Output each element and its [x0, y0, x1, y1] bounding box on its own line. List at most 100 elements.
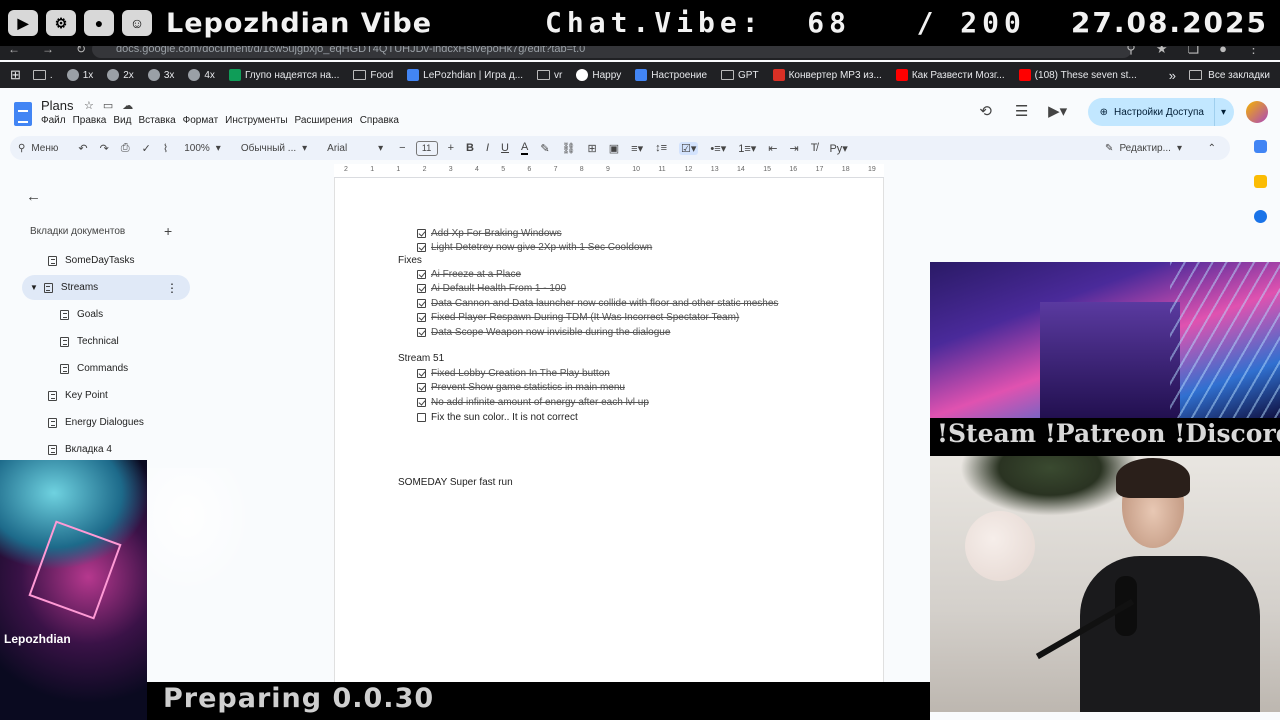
doc-tab[interactable]: Вкладка 4 — [22, 437, 190, 462]
undo-icon[interactable]: ↶ — [78, 142, 87, 155]
meet-icon[interactable]: ▶▾ — [1048, 102, 1068, 122]
move-folder-icon[interactable]: ▭ — [103, 99, 113, 112]
doc-tab[interactable]: Technical — [22, 329, 190, 354]
link-icon[interactable]: ⛓ — [562, 142, 576, 155]
avatar[interactable] — [1246, 101, 1268, 123]
checkbox-checked[interactable] — [417, 270, 426, 279]
decrease-indent-icon[interactable]: ⇤ — [768, 142, 777, 155]
underline-icon[interactable]: U — [501, 142, 509, 154]
checkbox-checked[interactable] — [417, 328, 426, 337]
doc-tab[interactable]: Energy Dialogues — [22, 410, 190, 435]
input-tools-icon[interactable]: Ру▾ — [829, 142, 847, 155]
chevron-down-icon[interactable]: ▾ — [1221, 107, 1226, 118]
bulleted-list-icon[interactable]: •≡▾ — [710, 142, 726, 155]
menu-item[interactable]: Формат — [183, 115, 219, 126]
font-size-field[interactable]: 11 — [415, 140, 438, 156]
menu-item[interactable]: Вид — [113, 115, 131, 126]
docs-logo-icon[interactable] — [14, 102, 32, 126]
checklist-item[interactable]: Data Cannon and Data launcher now collid… — [417, 298, 778, 309]
bookmark-item[interactable]: Глупо надеятся на... — [228, 69, 339, 81]
tasks-icon[interactable] — [1253, 210, 1267, 223]
bookmark-item[interactable]: LePozhdian | Игра д... — [407, 69, 523, 81]
align-icon[interactable]: ≡▾ — [631, 142, 643, 155]
bookmark-item[interactable]: 3x — [147, 69, 174, 81]
checklist-item[interactable]: Add Xp For Braking Windows — [417, 228, 562, 239]
bookmark-item[interactable]: Конвертер MP3 из... — [772, 69, 882, 81]
menu-item[interactable]: Правка — [73, 115, 107, 126]
editing-mode-select[interactable]: ✎ Редактир... ▾ — [1105, 143, 1182, 154]
text-color-icon[interactable]: A — [521, 141, 529, 155]
comments-icon[interactable]: ☰ — [1012, 102, 1032, 122]
bookmark-item[interactable]: GPT — [721, 70, 759, 81]
checklist-item[interactable]: Ai Default Health From 1 - 100 — [417, 283, 566, 294]
print-icon[interactable]: ⎙ — [121, 142, 130, 155]
checklist-item[interactable]: Ai Freeze at a Place — [417, 269, 521, 280]
paint-format-icon[interactable]: ⌇ — [163, 142, 168, 155]
increase-size-icon[interactable]: + — [448, 142, 454, 154]
menu-item[interactable]: Вставка — [138, 115, 175, 126]
ruler[interactable]: 2 1 1 2 3 4 5 6 7 8 9 10 11 12 13 14 15 16 17 18 19 — [334, 164, 884, 178]
clear-formatting-icon[interactable]: T̸ — [811, 142, 818, 154]
menu-search[interactable]: ⚲ Меню — [10, 143, 58, 154]
doc-tab[interactable]: ▼ Streams ⋮ — [22, 275, 190, 300]
share-button[interactable]: ⊕ Настройки Доступа ▾ — [1087, 98, 1234, 126]
calendar-icon[interactable] — [1253, 140, 1267, 153]
numbered-list-icon[interactable]: 1≡▾ — [738, 142, 756, 155]
caret-down-icon[interactable]: ▼ — [30, 283, 38, 292]
line-spacing-icon[interactable]: ↕≡ — [655, 142, 667, 154]
checkbox-checked[interactable] — [417, 299, 426, 308]
checkbox-checked[interactable] — [417, 229, 426, 238]
menu-item[interactable]: Расширения — [295, 115, 353, 126]
checklist-item[interactable]: No add infinite amount of energy after e… — [417, 397, 649, 408]
more-options-icon[interactable]: ⋮ — [166, 281, 178, 295]
bookmark-item[interactable]: Happy — [576, 69, 621, 81]
italic-icon[interactable]: I — [486, 142, 489, 154]
checklist-item[interactable]: Data Scope Weapon now invisible during t… — [417, 327, 670, 338]
add-comment-icon[interactable]: ⊞ — [588, 142, 597, 155]
document-title[interactable]: Plans — [41, 98, 74, 113]
checklist-item[interactable]: Prevent Show game statistics in main men… — [417, 382, 625, 393]
increase-indent-icon[interactable]: ⇥ — [790, 142, 799, 155]
doc-tab[interactable]: Key Point — [22, 383, 190, 408]
bookmark-item[interactable]: 1x — [66, 69, 93, 81]
bookmark-item[interactable]: Как Развести Мозг... — [895, 69, 1005, 81]
zoom-select[interactable]: 100% ▾ — [184, 143, 221, 154]
checkbox-checked[interactable] — [417, 284, 426, 293]
spellcheck-icon[interactable]: ✓ — [142, 142, 151, 155]
keep-icon[interactable] — [1253, 175, 1267, 188]
decrease-size-icon[interactable]: − — [399, 142, 405, 154]
collapse-menu-icon[interactable]: ⌃ — [1208, 143, 1216, 154]
menu-item[interactable]: Справка — [360, 115, 399, 126]
checkbox-checked[interactable] — [417, 369, 426, 378]
redo-icon[interactable]: ↷ — [100, 142, 109, 155]
menu-item[interactable]: Инструменты — [225, 115, 287, 126]
checkbox-unchecked[interactable] — [417, 413, 426, 422]
checklist-item[interactable]: Light Detetrey now give 2Xp with 1 Sec C… — [417, 242, 652, 253]
doc-tab[interactable]: SomeDayTasks — [22, 248, 190, 273]
checkbox-checked[interactable] — [417, 243, 426, 252]
font-select[interactable]: Arial ▾ — [327, 143, 383, 154]
doc-tab[interactable]: Goals — [22, 302, 190, 327]
back-arrow-icon[interactable]: ← — [26, 188, 41, 205]
history-icon[interactable]: ⟲ — [976, 102, 996, 122]
highlight-icon[interactable]: ✎ — [540, 142, 549, 155]
bookmark-item[interactable]: Food — [353, 70, 393, 81]
bold-icon[interactable]: B — [466, 142, 474, 154]
bookmark-item[interactable]: 2x — [107, 69, 134, 81]
bookmark-item[interactable]: vr — [537, 70, 562, 81]
checklist-item[interactable]: Fix the sun color.. It is not correct — [417, 412, 578, 423]
apps-grid-icon[interactable]: ⊞ — [10, 67, 21, 83]
style-select[interactable]: Обычный ... ▾ — [241, 143, 307, 154]
bookmark-item[interactable]: Настроение — [635, 69, 707, 81]
checkbox-checked[interactable] — [417, 313, 426, 322]
star-icon[interactable]: ☆ — [84, 99, 94, 112]
bookmark-item[interactable]: . — [32, 70, 53, 81]
insert-image-icon[interactable]: ▣ — [609, 142, 619, 155]
checkbox-checked[interactable] — [417, 398, 426, 407]
cloud-status-icon[interactable]: ☁ — [122, 99, 133, 112]
all-bookmarks[interactable]: Все закладки — [1189, 70, 1270, 81]
checklist-icon[interactable]: ☑▾ — [679, 141, 699, 155]
doc-tab[interactable]: Commands — [22, 356, 190, 381]
bookmark-item[interactable]: (108) These seven st... — [1018, 69, 1137, 81]
add-tab-icon[interactable]: + — [164, 223, 172, 239]
